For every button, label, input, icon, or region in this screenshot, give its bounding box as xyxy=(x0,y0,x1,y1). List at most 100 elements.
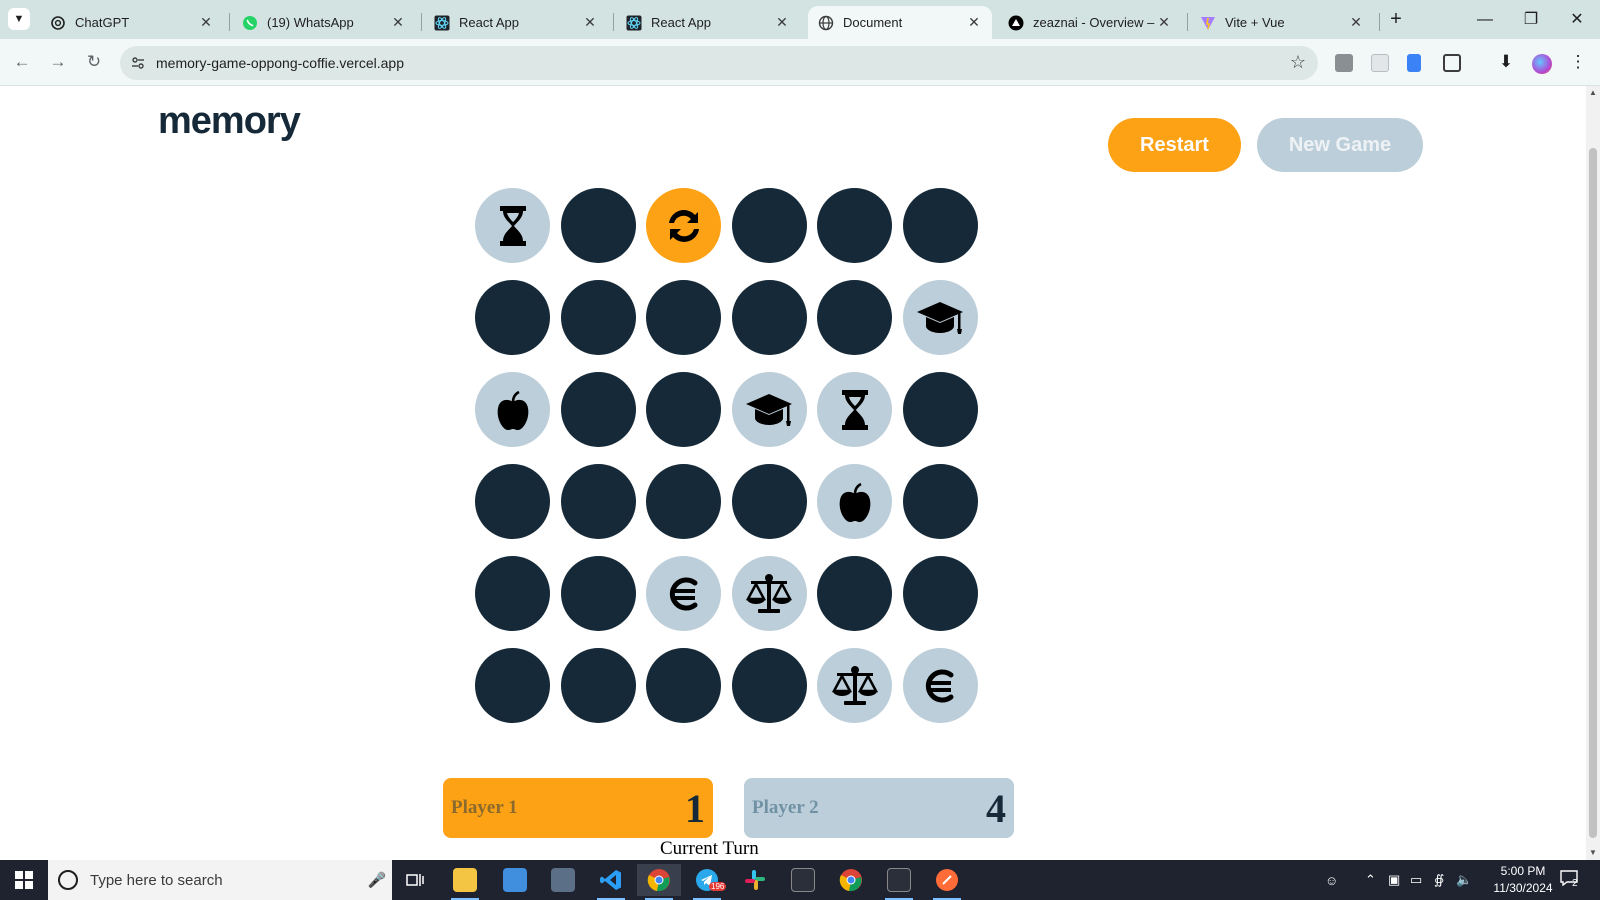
people-icon[interactable]: ☺ xyxy=(1325,860,1338,900)
card-hidden[interactable] xyxy=(731,648,807,723)
postman-icon[interactable] xyxy=(925,864,969,900)
close-icon[interactable]: ✕ xyxy=(1156,14,1172,31)
card-hidden[interactable] xyxy=(646,280,721,355)
tab-vercel[interactable]: zeaznai - Overview – V ✕ xyxy=(998,6,1182,39)
new-tab-button[interactable]: + xyxy=(1384,8,1408,32)
player-name: Player 2 xyxy=(752,797,819,818)
card-hidden[interactable] xyxy=(560,648,636,723)
card-hidden[interactable] xyxy=(560,188,636,263)
card-hidden[interactable] xyxy=(902,556,978,631)
taskbar-search[interactable]: Type here to search 🎤 xyxy=(48,860,392,900)
card-hidden[interactable] xyxy=(817,280,892,355)
defender-icon[interactable]: ▣ xyxy=(1388,860,1400,900)
card-hidden[interactable] xyxy=(475,280,550,355)
card-hidden[interactable] xyxy=(817,556,892,631)
card-hidden[interactable] xyxy=(560,556,636,631)
restart-button[interactable]: Restart xyxy=(1108,118,1241,172)
close-icon[interactable]: ✕ xyxy=(198,14,214,31)
card-hidden[interactable] xyxy=(475,464,550,539)
site-settings-icon[interactable] xyxy=(130,55,146,71)
vercel-icon xyxy=(1008,15,1024,31)
url-text: memory-game-oppong-coffie.vercel.app xyxy=(156,55,404,71)
minimize-button[interactable]: — xyxy=(1462,6,1508,34)
scroll-thumb[interactable] xyxy=(1589,148,1597,838)
bookmark-star-icon[interactable]: ☆ xyxy=(1290,52,1306,73)
tab-react-app-1[interactable]: React App ✕ xyxy=(424,6,608,39)
app-icon[interactable] xyxy=(877,864,921,900)
wifi-icon[interactable]: ∯ xyxy=(1434,860,1444,900)
tab-document[interactable]: Document ✕ xyxy=(808,6,992,39)
battery-icon[interactable]: ▭ xyxy=(1410,860,1422,900)
tab-chatgpt[interactable]: ChatGPT ✕ xyxy=(40,6,224,39)
card-hidden[interactable] xyxy=(902,372,978,447)
close-icon[interactable]: ✕ xyxy=(390,14,406,31)
close-icon[interactable]: ✕ xyxy=(966,14,982,31)
browser-toolbar: ← → ↻ memory-game-oppong-coffie.vercel.a… xyxy=(0,39,1600,86)
microphone-icon[interactable]: 🎤 xyxy=(362,871,392,889)
file-explorer-icon[interactable] xyxy=(443,864,487,900)
hourglass-icon xyxy=(830,385,880,435)
card-hidden[interactable] xyxy=(731,280,807,355)
card-hidden[interactable] xyxy=(902,188,978,263)
card-matched xyxy=(475,188,550,263)
restore-button[interactable]: ❐ xyxy=(1508,6,1554,34)
mail-icon[interactable] xyxy=(493,864,537,896)
card-matched xyxy=(731,372,807,447)
taskbar-clock[interactable]: 5:00 PM 11/30/2024 xyxy=(1478,863,1568,897)
app-icon[interactable] xyxy=(781,864,825,896)
close-icon[interactable]: ✕ xyxy=(582,14,598,31)
extension-icon[interactable] xyxy=(1335,54,1353,72)
card-hidden[interactable] xyxy=(646,464,721,539)
profile-avatar[interactable] xyxy=(1532,54,1552,74)
tab-divider xyxy=(613,13,614,31)
reload-button[interactable]: ↻ xyxy=(82,50,106,74)
tab-search-button[interactable]: ▼ xyxy=(8,8,30,30)
card-hidden[interactable] xyxy=(731,464,807,539)
task-view-icon[interactable] xyxy=(393,864,437,896)
game-logo: memory xyxy=(158,100,301,142)
card-hidden[interactable] xyxy=(646,372,721,447)
graduation-cap-icon xyxy=(915,293,965,343)
page-scrollbar[interactable]: ▲ ▼ xyxy=(1586,86,1600,860)
tab-title: Document xyxy=(843,15,903,30)
card-matched xyxy=(646,556,721,631)
chevron-up-icon[interactable]: ⌃ xyxy=(1365,860,1376,900)
new-game-button[interactable]: New Game xyxy=(1257,118,1423,172)
windows-start-button[interactable] xyxy=(0,860,48,900)
card-hidden[interactable] xyxy=(731,188,807,263)
vscode-icon[interactable] xyxy=(589,864,633,900)
chrome-icon[interactable] xyxy=(829,864,873,896)
card-hidden[interactable] xyxy=(560,372,636,447)
scroll-up-arrow[interactable]: ▲ xyxy=(1586,86,1600,100)
card-hidden[interactable] xyxy=(475,648,550,723)
telegram-icon[interactable]: 196 xyxy=(685,864,729,900)
card-matched xyxy=(475,372,550,447)
back-button[interactable]: ← xyxy=(10,50,34,74)
forward-button[interactable]: → xyxy=(46,50,70,74)
card-hidden[interactable] xyxy=(646,648,721,723)
download-icon[interactable]: ⬇ xyxy=(1494,50,1518,74)
card-hidden[interactable] xyxy=(475,556,550,631)
extension-icon[interactable] xyxy=(1371,54,1389,72)
tab-vite-vue[interactable]: Vite + Vue ✕ xyxy=(1190,6,1374,39)
card-hidden[interactable] xyxy=(560,280,636,355)
window-close-button[interactable]: ✕ xyxy=(1554,6,1600,34)
slack-icon[interactable] xyxy=(733,864,777,896)
card-hidden[interactable] xyxy=(560,464,636,539)
card-hidden[interactable] xyxy=(817,188,892,263)
app-icon[interactable] xyxy=(541,864,585,896)
extension-icon[interactable] xyxy=(1407,54,1421,72)
browser-menu-icon[interactable]: ⋮ xyxy=(1566,50,1590,74)
close-icon[interactable]: ✕ xyxy=(1348,14,1364,31)
notification-center[interactable]: 2 xyxy=(1560,870,1586,890)
hourglass-icon xyxy=(488,201,538,251)
card-hidden[interactable] xyxy=(902,464,978,539)
chrome-icon[interactable] xyxy=(637,864,681,900)
close-icon[interactable]: ✕ xyxy=(774,14,790,31)
volume-muted-icon[interactable]: 🔈 xyxy=(1456,860,1472,900)
address-bar[interactable]: memory-game-oppong-coffie.vercel.app ☆ xyxy=(120,46,1318,80)
scroll-down-arrow[interactable]: ▼ xyxy=(1586,846,1600,860)
tab-whatsapp[interactable]: (19) WhatsApp ✕ xyxy=(232,6,416,39)
extensions-puzzle-icon[interactable] xyxy=(1443,54,1461,72)
tab-react-app-2[interactable]: React App ✕ xyxy=(616,6,800,39)
